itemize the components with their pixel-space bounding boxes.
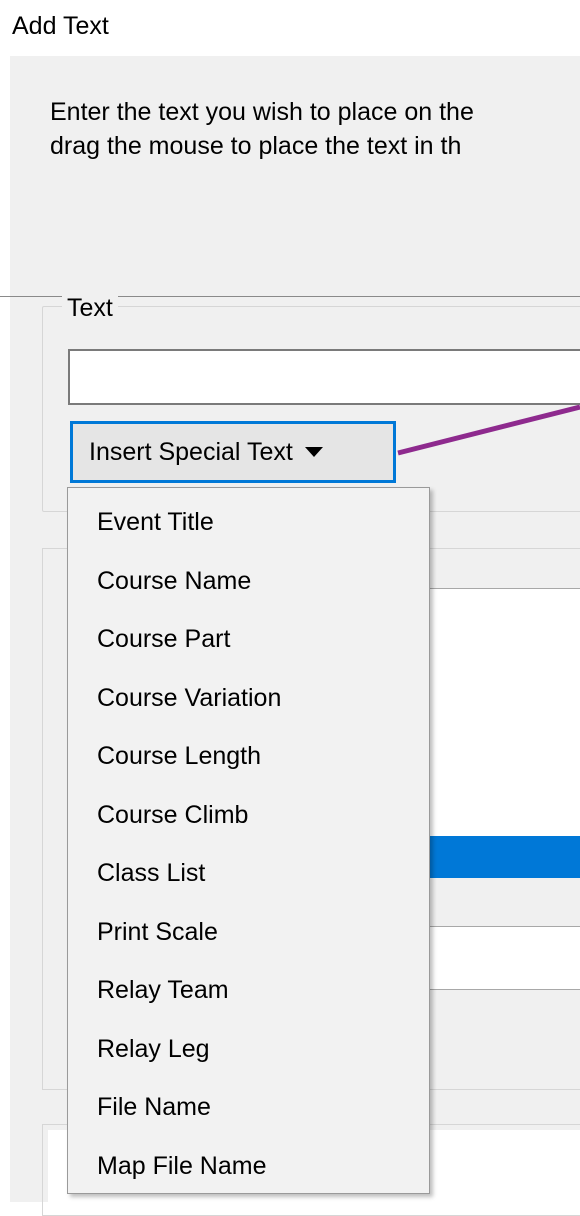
- menu-item-print-scale[interactable]: Print Scale: [68, 903, 429, 962]
- background-field: [430, 926, 580, 990]
- menu-item-file-name[interactable]: File Name: [68, 1078, 429, 1137]
- menu-item-course-climb[interactable]: Course Climb: [68, 786, 429, 845]
- menu-item-map-file-name[interactable]: Map File Name: [68, 1137, 429, 1196]
- menu-item-event-title[interactable]: Event Title: [68, 493, 429, 552]
- background-list-area: [430, 588, 580, 839]
- menu-item-relay-team[interactable]: Relay Team: [68, 961, 429, 1020]
- menu-item-relay-leg[interactable]: Relay Leg: [68, 1020, 429, 1079]
- menu-item-course-variation[interactable]: Course Variation: [68, 669, 429, 728]
- special-text-dropdown-menu: Event Title Course Name Course Part Cour…: [67, 487, 430, 1194]
- background-selected-row: [430, 836, 580, 878]
- menu-item-course-length[interactable]: Course Length: [68, 727, 429, 786]
- menu-item-course-name[interactable]: Course Name: [68, 552, 429, 611]
- menu-item-course-part[interactable]: Course Part: [68, 610, 429, 669]
- menu-item-class-list[interactable]: Class List: [68, 844, 429, 903]
